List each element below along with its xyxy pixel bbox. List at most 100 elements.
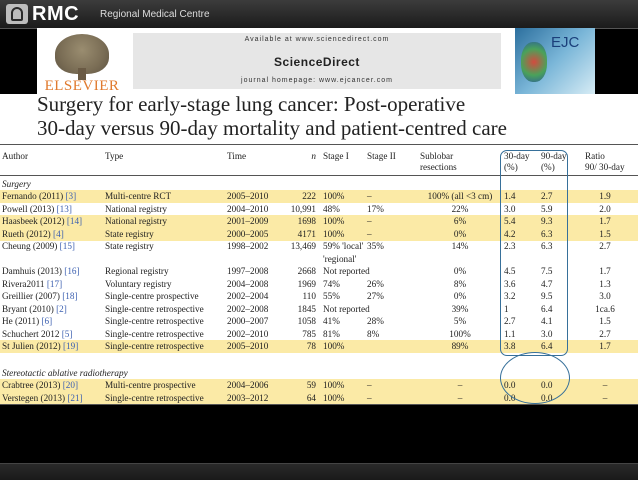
article-title: Surgery for early-stage lung cancer: Pos… — [0, 92, 638, 142]
citation-ref: [13] — [56, 203, 72, 214]
cell-type: Voluntary registry — [105, 278, 172, 289]
cell-ratio: 1.7 — [599, 341, 611, 351]
cell-time: 2004–2006 — [227, 380, 269, 390]
cover-image-icon — [521, 42, 547, 82]
cell-sublobar: 0% — [453, 291, 467, 301]
cell-author: Damhuis (2013) [16] — [2, 265, 80, 278]
citation-ref: [6] — [41, 316, 53, 326]
cell-ratio: – — [602, 392, 608, 403]
cell-time: 2002–2008 — [227, 303, 269, 314]
cell-stage2: 28% — [367, 316, 384, 326]
author-name: Fernando (2011) — [2, 191, 66, 201]
title-line-1: Surgery for early-stage lung cancer: Pos… — [37, 92, 466, 116]
cell-n: 1845 — [297, 303, 316, 314]
cell-type: National registry — [105, 203, 167, 214]
cell-stage1: 100% — [323, 191, 345, 201]
cell-ratio: 1.7 — [599, 216, 611, 226]
rmc-logo-icon — [6, 4, 28, 24]
cell-stage2: – — [367, 191, 372, 201]
author-name: Rivera2011 — [2, 278, 47, 289]
cell-stage2: – — [367, 216, 372, 226]
cell-sublobar: – — [457, 380, 463, 390]
citation-ref: [16] — [64, 266, 80, 276]
cell-n: 78 — [306, 341, 316, 351]
cell-time: 2001–2009 — [227, 216, 269, 226]
author-name: Powell (2013) — [2, 203, 57, 214]
title-line-2: 30-day versus 90-day mortality and patie… — [37, 116, 507, 140]
sciencedirect-name: ScienceDirect — [274, 55, 360, 69]
cell-ratio: 1.3 — [599, 278, 611, 289]
cell-ratio: – — [602, 380, 608, 390]
header-ratio-desc: 90/ 30-day — [585, 162, 625, 172]
header-stage1: Stage I — [323, 151, 349, 161]
cell-n: 10,991 — [290, 203, 316, 214]
cell-author: Bryant (2010) [2] — [2, 303, 67, 316]
cell-sublobar: 6% — [453, 216, 467, 226]
header-type: Type — [105, 151, 124, 161]
cell-author: Rivera2011 [17] — [2, 278, 62, 291]
cell-ratio: 2.7 — [599, 241, 611, 251]
cell-author: He (2011) [6] — [2, 315, 52, 328]
cell-time: 2000–2005 — [227, 228, 269, 239]
author-name: Rueth (2012) — [2, 228, 54, 239]
cell-author: Greillier (2007) [18] — [2, 290, 78, 303]
cell-type: Regional registry — [105, 266, 169, 276]
cell-time: 2003–2012 — [227, 392, 269, 403]
sabr-mortality-circle — [500, 352, 570, 404]
cell-sublobar: 100% (all <3 cm) — [427, 191, 493, 201]
cell-stage1: 100% — [323, 228, 345, 239]
author-name: Cheung (2009) — [2, 241, 60, 251]
cell-author: Cheung (2009) [15] — [2, 240, 75, 253]
author-name: Verstegen (2013) — [2, 392, 68, 403]
cell-stage2: 17% — [367, 203, 384, 214]
cell-author: Haasbeek (2012) [14] — [2, 215, 82, 228]
header-n: n — [311, 151, 316, 161]
journal-banner: ELSEVIER Available at www.sciencedirect.… — [37, 28, 595, 94]
citation-ref: [4] — [53, 228, 64, 239]
author-name: Greillier (2007) — [2, 291, 63, 301]
presentation-header-bar: RMC Regional Medical Centre — [0, 0, 638, 29]
citation-ref: [2] — [56, 303, 67, 314]
cell-n: 785 — [302, 328, 316, 339]
cell-type: Multi-centre RCT — [105, 191, 172, 201]
cell-stage2: – — [367, 228, 372, 239]
cell-time: 1997–2008 — [227, 266, 269, 276]
presentation-footer-bar — [0, 463, 638, 480]
cell-time: 2002–2010 — [227, 328, 269, 339]
cell-stage1: 41% — [323, 316, 340, 326]
cell-n: 1969 — [297, 278, 316, 289]
cell-sublobar: 14% — [451, 241, 469, 251]
cell-time: 2002–2004 — [227, 291, 269, 301]
citation-ref: [3] — [65, 191, 77, 201]
cell-type: Single-centre retrospective — [105, 316, 204, 326]
citation-ref: [19] — [63, 341, 79, 351]
citation-ref: [18] — [62, 291, 78, 301]
cell-ratio: 2.7 — [599, 328, 611, 339]
citation-ref: [21] — [67, 392, 83, 403]
cell-time: 1998–2002 — [227, 241, 269, 251]
table-bottom-rule — [0, 404, 638, 405]
cell-stage2: 26% — [367, 278, 384, 289]
header-author: Author — [2, 151, 29, 161]
sciencedirect-box: Available at www.sciencedirect.com Scien… — [133, 33, 501, 89]
cell-sublobar: 89% — [451, 341, 469, 351]
cell-author: Schuchert 2012 [5] — [2, 328, 72, 341]
cell-type: Single-centre retrospective — [105, 392, 204, 403]
cell-type: Multi-centre prospective — [105, 380, 196, 390]
cell-type: State registry — [105, 241, 154, 251]
author-name: Schuchert 2012 — [2, 328, 62, 339]
cell-type: Single-centre prospective — [105, 291, 199, 301]
cell-n: 110 — [302, 291, 316, 301]
cell-author: Crabtree (2013) [20] — [2, 379, 78, 392]
citation-ref: [17] — [46, 278, 63, 289]
cell-ratio: 1.5 — [599, 316, 611, 326]
header-sublobar: Sublobar — [420, 151, 454, 161]
cell-author: Fernando (2011) [3] — [2, 190, 76, 203]
cell-stage1: 48% — [323, 203, 340, 214]
cell-time: 2004–2010 — [227, 203, 269, 214]
cell-sublobar: 0% — [453, 228, 467, 239]
cell-type: Single-centre retrospective — [105, 328, 204, 339]
cell-n: 13,469 — [290, 241, 316, 251]
cell-stage1: 100% — [323, 380, 345, 390]
header-ratio: Ratio — [585, 151, 605, 161]
